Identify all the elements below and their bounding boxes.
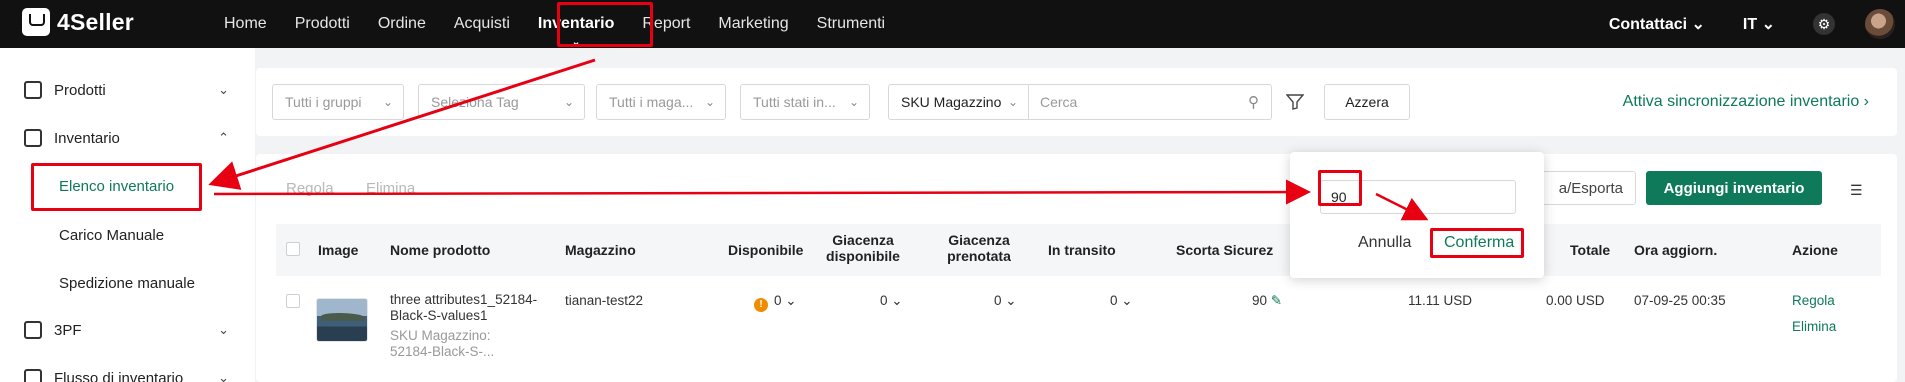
annotation-arrow-nav-to-sidebar	[208, 58, 596, 190]
annotation-arrow-sidebar-to-input	[213, 179, 1311, 205]
annotation-arrow-input-to-confirm	[1375, 192, 1429, 221]
annotation-arrows	[208, 58, 1429, 221]
